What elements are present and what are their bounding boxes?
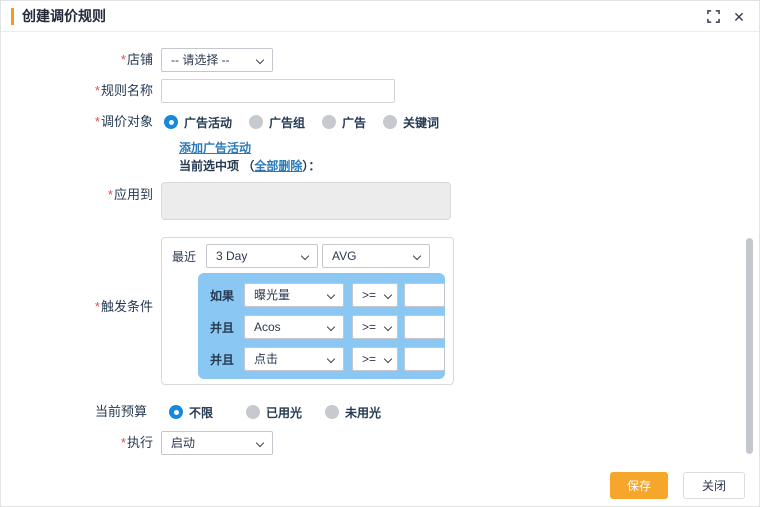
rule-name-input[interactable] [161, 79, 395, 103]
action-label: *执行 [1, 431, 161, 455]
target-option-campaign[interactable]: 广告活动 [164, 114, 232, 131]
dialog-body: *店铺 -- 请选择 -- *规则名称 *调价对象 广告活动 广告组 [1, 32, 759, 455]
required-mark: * [95, 299, 100, 314]
metric-select[interactable]: 曝光量 [244, 283, 344, 307]
chevron-down-icon [413, 252, 421, 260]
target-option-keyword[interactable]: 关键词 [383, 114, 439, 131]
vertical-scrollbar-thumb[interactable] [746, 238, 753, 454]
shop-row: *店铺 -- 请选择 -- [1, 48, 759, 72]
threshold-input[interactable] [404, 347, 445, 371]
radio-unselected-icon [249, 115, 263, 129]
target-option-adgroup[interactable]: 广告组 [249, 114, 305, 131]
metric-select[interactable]: 点击 [244, 347, 344, 371]
condition-builder-panel: 如果 曝光量 >= 并且 Ac [198, 273, 445, 379]
aggregation-select[interactable]: AVG [322, 244, 430, 268]
condition-row: 并且 Acos >= [210, 315, 445, 339]
links-row: 添加广告活动 当前选中项 （全部删除）： [1, 140, 759, 174]
required-mark: * [95, 114, 100, 129]
target-radio-group: 广告活动 广告组 广告 关键词 [164, 110, 456, 134]
trigger-row: *触发条件 最近 3 Day AVG 如果 [1, 237, 759, 385]
apply-to-selected-box [161, 182, 451, 220]
selected-items-line: 当前选中项 （全部删除）： [179, 159, 320, 174]
threshold-input[interactable] [404, 283, 445, 307]
budget-row: 当前预算 不限 已用光 未用光 [1, 400, 759, 424]
chevron-down-icon [327, 355, 335, 363]
recent-row: 最近 3 Day AVG [172, 244, 453, 268]
trigger-panel: 最近 3 Day AVG 如果 曝光量 [161, 237, 454, 385]
budget-radio-group: 不限 已用光 未用光 [169, 400, 398, 424]
selected-items-prefix: 当前选中项 [179, 159, 242, 173]
condition-connector: 并且 [210, 319, 236, 336]
chevron-down-icon [384, 323, 392, 331]
apply-to-row: *应用到 [1, 182, 759, 220]
operator-select[interactable]: >= [352, 347, 398, 371]
recent-label: 最近 [172, 248, 198, 265]
condition-row: 如果 曝光量 >= [210, 283, 445, 307]
dialog-header: 创建调价规则 ✕ [1, 1, 759, 32]
close-icon[interactable]: ✕ [731, 9, 747, 25]
chevron-down-icon [384, 355, 392, 363]
budget-option-unlimited[interactable]: 不限 [169, 404, 213, 421]
budget-label: 当前预算 [1, 400, 161, 424]
radio-selected-icon [169, 405, 183, 419]
trigger-label: *触发条件 [1, 237, 161, 385]
budget-option-not-used-up[interactable]: 未用光 [325, 404, 381, 421]
radio-unselected-icon [322, 115, 336, 129]
dialog-footer: 保存 关闭 [610, 472, 745, 499]
period-select[interactable]: 3 Day [206, 244, 318, 268]
close-button[interactable]: 关闭 [683, 472, 745, 499]
chevron-down-icon [256, 56, 264, 64]
condition-row: 并且 点击 >= [210, 347, 445, 371]
shop-select-value: -- 请选择 -- [171, 53, 230, 67]
threshold-input[interactable] [404, 315, 445, 339]
radio-unselected-icon [383, 115, 397, 129]
required-mark: * [121, 52, 126, 67]
rule-name-label: *规则名称 [1, 79, 161, 103]
target-label: *调价对象 [1, 110, 161, 134]
condition-connector: 如果 [210, 287, 236, 304]
radio-selected-icon [164, 115, 178, 129]
action-row: *执行 启动 [1, 431, 759, 455]
budget-option-used-up[interactable]: 已用光 [246, 404, 302, 421]
required-mark: * [108, 187, 113, 202]
fullscreen-icon[interactable] [705, 9, 721, 25]
required-mark: * [121, 435, 126, 450]
shop-label: *店铺 [1, 48, 161, 72]
title-accent-bar [11, 8, 14, 25]
add-campaign-link[interactable]: 添加广告活动 [179, 141, 251, 155]
metric-select[interactable]: Acos [244, 315, 344, 339]
clear-all-link[interactable]: 全部删除 [254, 159, 302, 173]
radio-unselected-icon [246, 405, 260, 419]
target-row: *调价对象 广告活动 广告组 广告 关键词 [1, 110, 759, 134]
chevron-down-icon [327, 323, 335, 331]
rule-name-row: *规则名称 [1, 79, 759, 103]
radio-unselected-icon [325, 405, 339, 419]
apply-to-label: *应用到 [1, 182, 161, 220]
target-option-ad[interactable]: 广告 [322, 114, 366, 131]
action-select[interactable]: 启动 [161, 431, 273, 455]
condition-connector: 并且 [210, 351, 236, 368]
operator-select[interactable]: >= [352, 315, 398, 339]
chevron-down-icon [384, 291, 392, 299]
chevron-down-icon [256, 439, 264, 447]
required-mark: * [95, 83, 100, 98]
save-button[interactable]: 保存 [610, 472, 668, 499]
chevron-down-icon [327, 291, 335, 299]
create-bid-rule-dialog: 创建调价规则 ✕ *店铺 -- 请选择 -- *规则名称 *调价对象 [0, 0, 760, 507]
operator-select[interactable]: >= [352, 283, 398, 307]
shop-select[interactable]: -- 请选择 -- [161, 48, 273, 72]
chevron-down-icon [301, 252, 309, 260]
dialog-title: 创建调价规则 [22, 6, 106, 26]
